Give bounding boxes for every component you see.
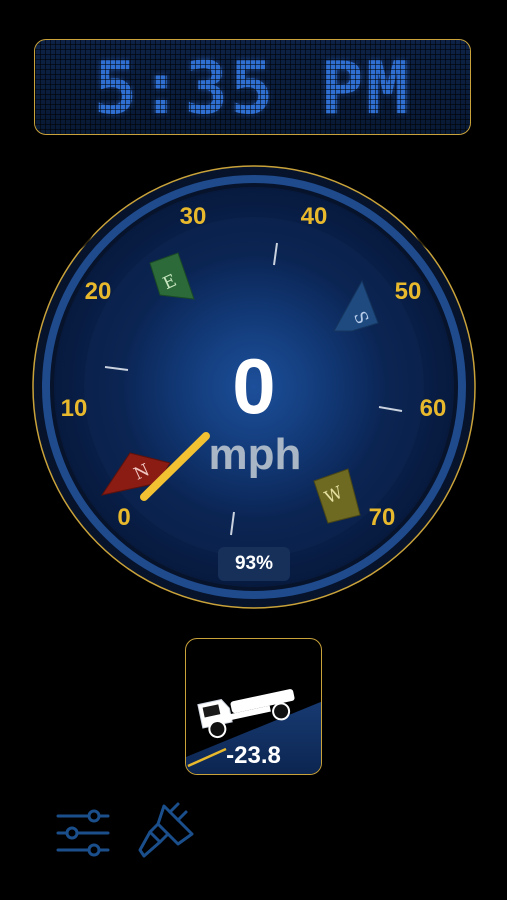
tick-label-0: 0 — [117, 504, 131, 531]
speed-value: 0 — [232, 342, 276, 430]
tick-label-20: 20 — [84, 278, 112, 305]
clock-time: 5:35 PM — [93, 46, 412, 130]
speedometer: E S W N 0 10 20 30 40 50 60 70 0 mph 93% — [30, 163, 478, 611]
tick-label-70: 70 — [368, 504, 396, 531]
incline-tile[interactable]: -23.8 — [185, 638, 322, 775]
incline-value: -23.8 — [226, 742, 281, 769]
settings-button[interactable] — [54, 808, 114, 860]
theme-button[interactable] — [134, 798, 200, 866]
paint-brush-icon — [138, 802, 194, 858]
clock-display: 5:35 PM — [34, 39, 471, 135]
sliders-icon — [56, 809, 110, 857]
battery-level: 93% — [218, 547, 290, 581]
tick-label-40: 40 — [300, 203, 328, 230]
tick-label-30: 30 — [179, 203, 207, 230]
speed-unit: mph — [208, 430, 302, 479]
tick-label-50: 50 — [394, 278, 422, 305]
